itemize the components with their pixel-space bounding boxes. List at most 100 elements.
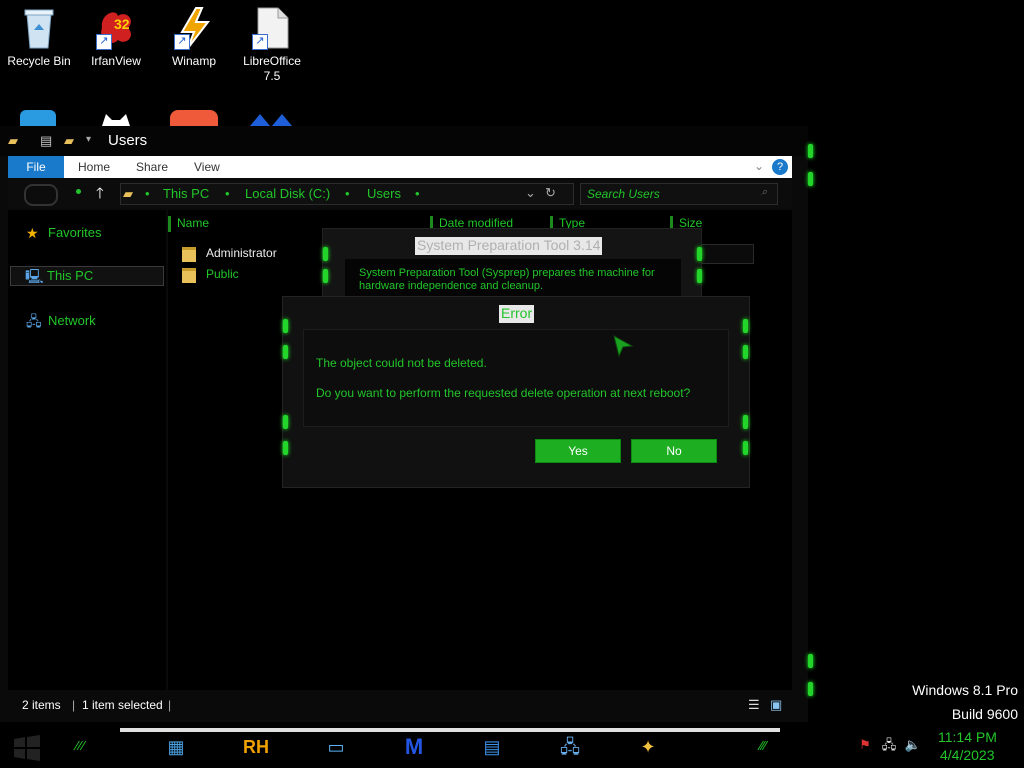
led-decoration (743, 441, 748, 455)
error-title: Error (499, 305, 535, 323)
irfanview-badge: 32 (114, 16, 130, 32)
desktop-icon-winamp[interactable]: ↗ Winamp (158, 6, 230, 69)
breadcrumb-users[interactable]: Users (367, 186, 401, 201)
tab-file[interactable]: File (8, 156, 64, 178)
breadcrumb-this-pc[interactable]: This PC (163, 186, 209, 201)
malwarebytes-icon[interactable]: M (398, 732, 430, 762)
error-message-panel: The object could not be deleted. Do you … (303, 329, 729, 427)
nav-favorites[interactable]: ★ Favorites (12, 224, 162, 242)
address-bar[interactable]: ▰ • This PC • Local Disk (C:) • Users • … (120, 183, 574, 205)
action-center-flag-icon[interactable]: ⚑ (856, 736, 874, 754)
tab-view[interactable]: View (194, 160, 220, 174)
partial-desktop-icon[interactable] (20, 110, 56, 126)
folder-icon: ▰ (123, 186, 133, 201)
led-decoration (697, 269, 702, 283)
desktop-icon-label: Recycle Bin (7, 54, 71, 68)
led-decoration (743, 415, 748, 429)
led-decoration: ⁄⁄⁄ (760, 738, 767, 753)
irfanview-icon: 32 ↗ (96, 6, 136, 50)
search-input[interactable]: Search Users ⌕ (580, 183, 778, 205)
desktop-icon-recycle-bin[interactable]: Recycle Bin (3, 6, 75, 69)
refresh-icon[interactable]: ↻ (545, 185, 556, 201)
network-icon[interactable]: 🖧 (554, 732, 586, 762)
partial-cat-icon[interactable] (100, 112, 132, 126)
tab-share[interactable]: Share (136, 160, 168, 174)
help-icon[interactable]: ? (772, 159, 788, 175)
clock-time[interactable]: 11:14 PM (938, 729, 997, 745)
yes-button[interactable]: Yes (535, 439, 621, 463)
nav-network[interactable]: 🖧 Network (12, 312, 162, 330)
properties-icon[interactable]: ▤ (40, 133, 52, 149)
network-icon: 🖧 (26, 313, 42, 329)
windows-edition-watermark: Windows 8.1 Pro (912, 682, 1018, 698)
led-decoration (283, 415, 288, 429)
window-title: Users (108, 132, 148, 149)
document-icon[interactable]: ▤ (476, 732, 508, 762)
folder-icon (182, 247, 196, 262)
network-status-icon[interactable]: 🖧 (880, 736, 898, 754)
wand-icon[interactable]: ✦ (632, 732, 664, 762)
led-decoration (808, 144, 813, 158)
quick-access-dropdown-icon[interactable]: ▾ (86, 134, 91, 145)
recycle-bin-icon (19, 6, 59, 50)
rh-icon[interactable]: RH (240, 732, 272, 762)
item-count: 2 items (22, 698, 61, 712)
led-decoration (323, 269, 328, 283)
sysprep-description: System Preparation Tool (Sysprep) prepar… (345, 259, 681, 301)
navigation-pane: ★ Favorites 🖳 This PC 🖧 Network (8, 210, 166, 690)
selected-count: 1 item selected (82, 698, 163, 712)
folder-icon (182, 268, 196, 283)
address-row: 🡑 ▰ • This PC • Local Disk (C:) • Users … (8, 180, 792, 208)
desktop-icon-irfanview[interactable]: 32 ↗ IrfanView (80, 6, 152, 69)
folder-icon: ▰ (8, 133, 18, 148)
ribbon: File Home Share View ⌄ ? (8, 156, 792, 178)
start-button[interactable] (12, 734, 42, 762)
led-decoration: ⁄⁄⁄ (76, 738, 86, 753)
desktop-icon-label: Winamp (171, 54, 216, 68)
taskbar: ⁄⁄⁄ ▦ RH ▭ M ▤ 🖧 ✦ ⁄⁄⁄ ⚑ 🖧 🔈 11:14 PM 4/… (0, 728, 1024, 768)
explorer-titlebar[interactable]: ▰ ▤ ▰ ▾ Users (0, 126, 808, 156)
led-decoration (283, 345, 288, 359)
search-icon[interactable]: ⌕ (761, 186, 767, 199)
nav-this-pc[interactable]: 🖳 This PC (10, 266, 164, 286)
partial-orange-icon[interactable] (170, 110, 218, 126)
partial-blue-icon[interactable] (248, 112, 296, 126)
control-panel-icon[interactable]: ▦ (160, 732, 192, 762)
shortcut-arrow-icon: ↗ (252, 34, 268, 50)
desktop-icon-label: IrfanView (91, 54, 141, 68)
led-decoration (323, 247, 328, 261)
star-icon: ★ (26, 225, 39, 241)
led-decoration (697, 247, 702, 261)
shortcut-arrow-icon: ↗ (174, 34, 190, 50)
list-item[interactable]: Administrator (182, 246, 322, 264)
led-decoration (743, 345, 748, 359)
computer-icon: 🖳 (25, 268, 44, 284)
list-item[interactable]: Public (182, 267, 322, 285)
volume-muted-icon[interactable]: 🔈 (904, 736, 922, 754)
desktop-icon-libreoffice[interactable]: ↗ LibreOffice 7.5 (236, 6, 308, 84)
led-decoration (808, 654, 813, 668)
no-button[interactable]: No (631, 439, 717, 463)
search-placeholder: Search Users (587, 187, 660, 201)
new-folder-icon[interactable]: ▰ (64, 133, 74, 149)
error-question: Do you want to perform the requested del… (316, 386, 691, 400)
sysprep-title: System Preparation Tool 3.14 (415, 237, 603, 255)
led-decoration (743, 319, 748, 333)
back-forward-icon[interactable] (24, 184, 58, 206)
status-bar: 2 items | 1 item selected | ☰ ▣ (22, 697, 783, 713)
selected-row-highlight (694, 244, 754, 264)
details-view-icon[interactable]: ☰ (748, 697, 760, 713)
led-decoration (808, 172, 813, 186)
tab-home[interactable]: Home (78, 160, 110, 174)
large-icons-view-icon[interactable]: ▣ (770, 697, 782, 713)
recent-locations-icon[interactable] (76, 189, 81, 194)
address-dropdown-icon[interactable]: ⌄ (525, 185, 536, 201)
clock-date[interactable]: 4/4/2023 (940, 747, 995, 763)
error-dialog[interactable]: Error The object could not be deleted. D… (282, 296, 750, 488)
mouse-cursor-icon (612, 334, 634, 358)
windows-build-watermark: Build 9600 (951, 706, 1018, 722)
window-icon[interactable]: ▭ (320, 732, 352, 762)
up-arrow-icon[interactable]: 🡑 (96, 183, 104, 208)
ribbon-expand-icon[interactable]: ⌄ (754, 159, 764, 173)
breadcrumb-local-disk[interactable]: Local Disk (C:) (245, 186, 330, 201)
